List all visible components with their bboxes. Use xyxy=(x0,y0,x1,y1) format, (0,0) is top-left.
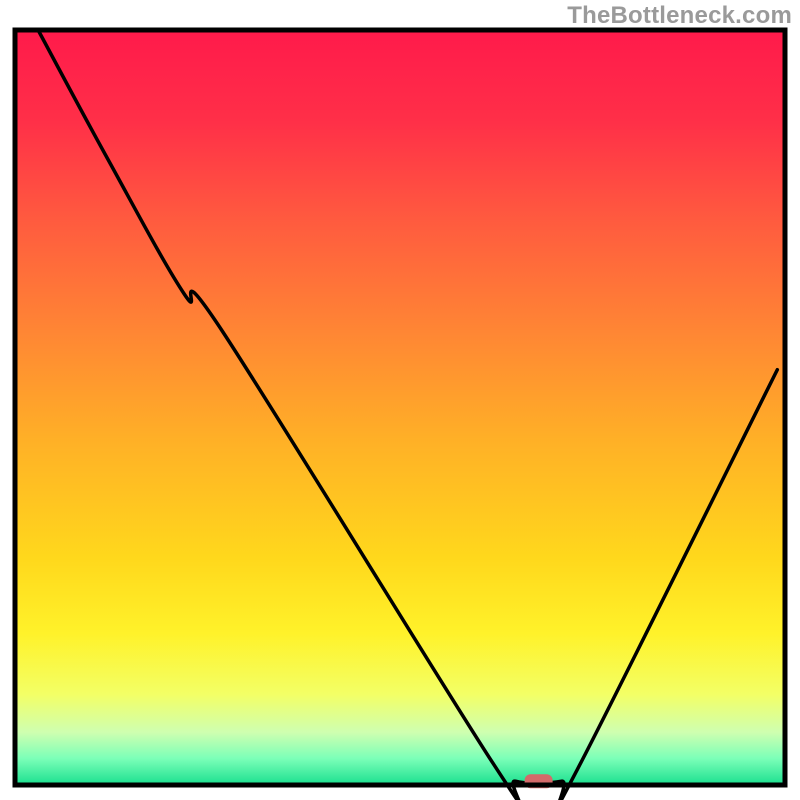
chart-container: TheBottleneck.com xyxy=(0,0,800,800)
watermark-text: TheBottleneck.com xyxy=(567,2,792,30)
plot-background xyxy=(15,30,785,785)
bottleneck-chart xyxy=(0,0,800,800)
